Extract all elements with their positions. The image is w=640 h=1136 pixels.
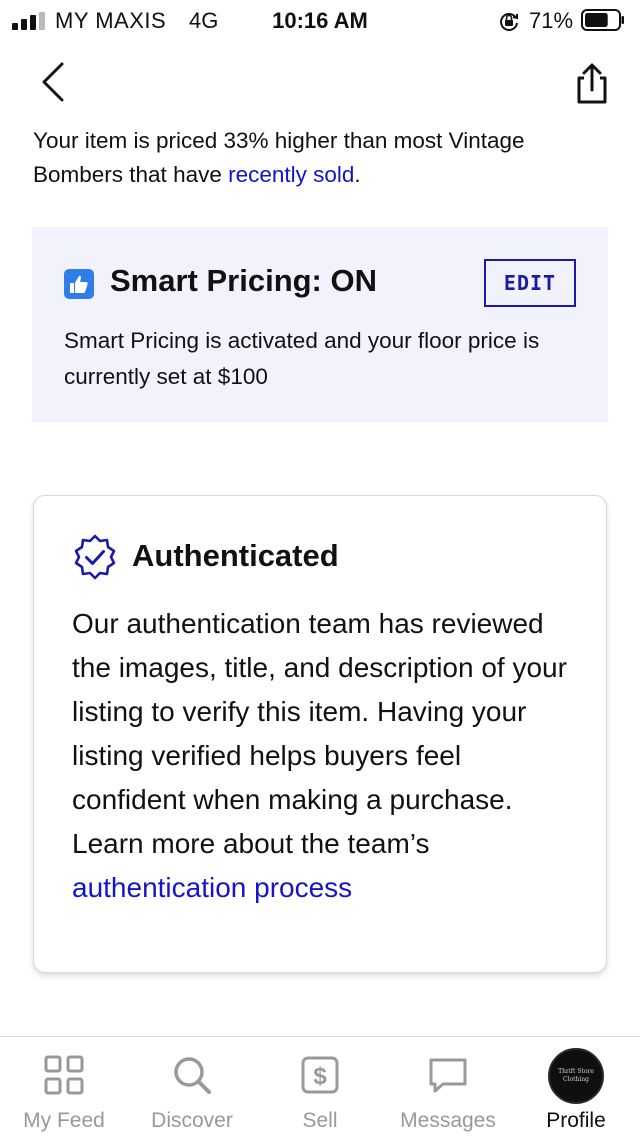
price-comparison-period: . [354,162,361,187]
battery-icon [581,9,624,31]
edit-smart-pricing-button[interactable]: EDIT [484,259,576,307]
price-comparison-text: Your item is priced 33% higher than most… [33,124,603,192]
tab-label: My Feed [23,1109,105,1132]
search-icon [174,1057,211,1094]
tab-messages[interactable]: Messages [384,1037,512,1136]
share-button[interactable] [570,60,614,106]
tab-discover[interactable]: Discover [128,1037,256,1136]
tab-label: Discover [151,1109,233,1132]
battery-percent: 71% [529,8,574,33]
tab-label: Profile [546,1109,606,1132]
navigation-bar [0,48,640,118]
tab-my-feed[interactable]: My Feed [0,1037,128,1136]
dollar-tag-icon: $ [301,1056,339,1094]
profile-avatar: Thrift Store Clothing [548,1048,604,1104]
verified-badge-icon [74,534,116,580]
tab-profile[interactable]: Thrift Store Clothing Profile [512,1037,640,1136]
tab-label: Messages [400,1109,496,1132]
smart-pricing-panel: Smart Pricing: ON EDIT Smart Pricing is … [32,227,608,422]
tab-sell[interactable]: $ Sell [256,1037,384,1136]
recently-sold-link[interactable]: recently sold [228,162,354,187]
rotation-lock-icon [500,13,518,31]
svg-text:$: $ [313,1063,327,1090]
listing-detail-screen: MY MAXIS 4G 10:16 AM 71% Your item is pr… [0,0,640,1136]
back-button[interactable] [34,60,74,104]
authenticated-title: Authenticated [132,538,339,573]
feed-grid-icon [44,1055,84,1095]
chat-bubble-icon [429,1058,467,1093]
authenticated-card: Authenticated Our authentication team ha… [33,495,607,973]
avatar-logo-text: Thrift Store Clothing [558,1068,594,1083]
smart-pricing-description: Smart Pricing is activated and your floo… [64,328,540,389]
smart-pricing-title: Smart Pricing: ON [110,263,377,298]
authentication-process-link[interactable]: authentication process [72,872,352,903]
tab-label: Sell [302,1109,338,1132]
tab-bar: My Feed Discover $ Sell Messages Thrift … [0,1036,640,1136]
authenticated-body-text: Our authentication team has reviewed the… [72,608,567,859]
authenticated-description: Our authentication team has reviewed the… [72,602,582,910]
thumbs-up-icon [64,269,94,299]
status-bar: MY MAXIS 4G 10:16 AM 71% [0,0,640,40]
